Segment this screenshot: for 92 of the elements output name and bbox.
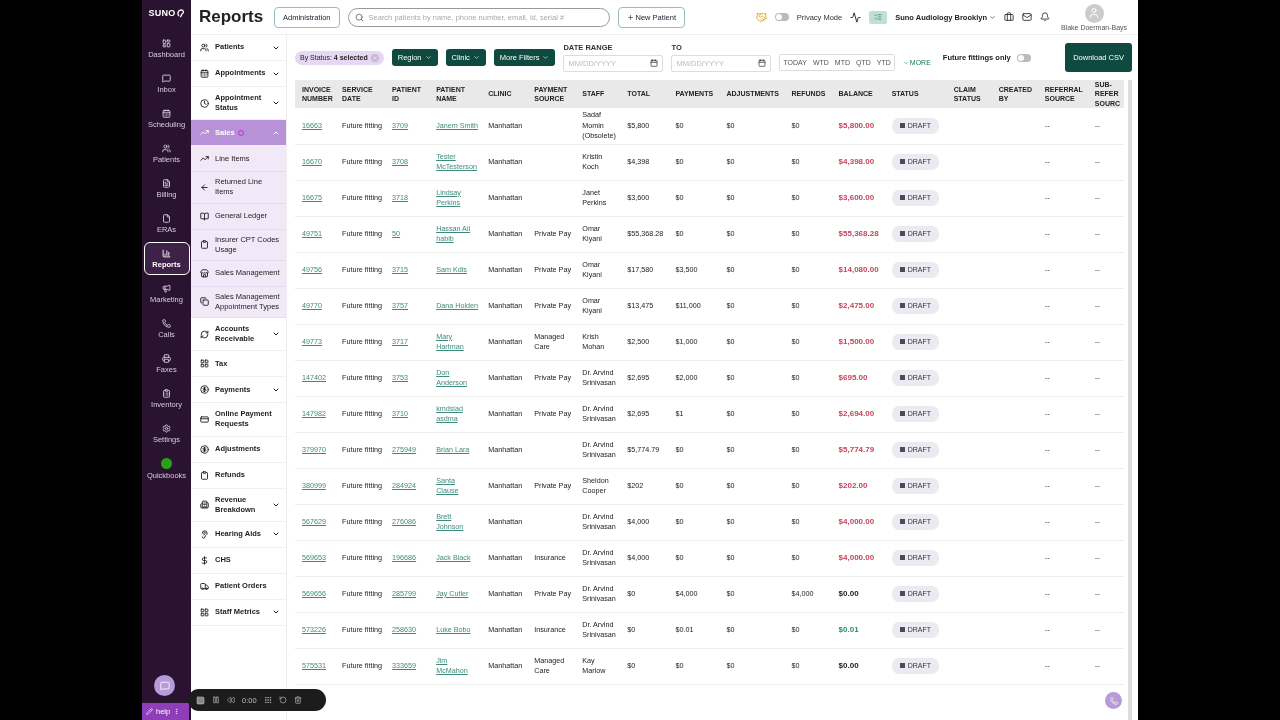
page-title: Reports: [199, 7, 265, 27]
nav-item-icon: [200, 69, 209, 78]
balance-amount: $1,500.00: [838, 337, 875, 347]
future-fittings-toggle[interactable]: [1016, 53, 1031, 62]
nav-item-icon: [200, 240, 209, 250]
square-icon: [899, 195, 905, 201]
nav-item-icon: [200, 43, 209, 52]
nav-item-icon: [200, 385, 209, 395]
activity-icon[interactable]: [850, 11, 862, 23]
nav-item-icon: [200, 470, 209, 480]
nav-item-icon: [200, 581, 209, 591]
pause-icon[interactable]: [212, 696, 220, 704]
nav-item-icon: [200, 329, 209, 339]
nav-item-icon: [200, 607, 209, 617]
caret-icon: [989, 13, 996, 21]
nav-item-icon: [200, 359, 209, 369]
square-icon: [899, 447, 905, 453]
rail-icon: [162, 213, 171, 223]
caret-icon: [424, 54, 432, 61]
square-icon: [899, 159, 905, 165]
nav-item-icon: [200, 182, 209, 192]
privacy-toggle[interactable]: [774, 13, 789, 21]
logo-text: SUNO: [148, 8, 176, 18]
square-icon: [899, 267, 905, 273]
square-icon: [899, 123, 905, 129]
briefcase-icon[interactable]: [1004, 12, 1014, 22]
rewind-icon[interactable]: [227, 696, 235, 704]
square-icon: [899, 591, 905, 597]
nav-item-icon: [200, 154, 209, 164]
balance-amount: $4,000.00: [838, 517, 875, 527]
rail-icon: [162, 178, 171, 188]
rail-icon: [162, 38, 171, 48]
square-icon: [899, 231, 905, 237]
restart-icon[interactable]: [278, 696, 287, 704]
square-icon: [899, 339, 905, 345]
nav-item-icon: [200, 211, 209, 221]
nav-item-icon: [200, 444, 209, 454]
rail-icon: [162, 143, 171, 153]
ear-logo-icon: [176, 8, 185, 18]
balance-amount: $5,800.00: [838, 120, 875, 130]
balance-amount: $2,694.00: [838, 409, 875, 419]
square-icon: [899, 519, 905, 525]
rail-icon: [162, 353, 171, 363]
rail-icon: [162, 108, 171, 118]
square-icon: [899, 663, 905, 669]
balance-amount: $202.00: [838, 481, 868, 491]
nav-item-icon: [200, 297, 209, 307]
balance-amount: $3,600.00: [838, 193, 875, 203]
nav-item-icon: [200, 414, 209, 424]
square-icon: [899, 627, 905, 633]
balance-amount: $695.00: [838, 373, 868, 383]
nav-item-icon: [200, 128, 209, 138]
caret-icon: [472, 54, 480, 61]
search-icon: [354, 12, 364, 22]
caret-icon: [542, 54, 550, 61]
grip-icon[interactable]: [263, 696, 272, 704]
bell-icon[interactable]: [1040, 12, 1050, 22]
trash-icon[interactable]: [293, 696, 302, 704]
square-icon: [899, 303, 905, 309]
square-icon: [899, 483, 905, 489]
rail-icon: [162, 283, 171, 293]
nav-item-icon: [200, 529, 209, 539]
nav-item-icon: [200, 268, 209, 278]
balance-amount: $2,475.00: [838, 301, 875, 311]
balance-amount: $14,080.00: [838, 265, 879, 275]
mail-icon[interactable]: [1022, 12, 1032, 22]
balance-amount: $0.00: [838, 589, 859, 599]
rail-icon: [162, 318, 171, 328]
rail-icon: [162, 73, 171, 83]
stop-icon[interactable]: [196, 695, 205, 705]
square-icon: [899, 375, 905, 381]
caret-icon: [902, 59, 909, 66]
checklist-icon[interactable]: [869, 10, 888, 24]
quickbooks-icon: [161, 457, 172, 469]
balance-amount: $4,398.00: [838, 157, 875, 167]
pencil-icon: [146, 708, 153, 715]
balance-amount: $55,368.28: [838, 229, 879, 239]
balance-amount: $0.01: [838, 625, 859, 635]
rail-icon: [162, 423, 171, 433]
rail-icon: [162, 388, 171, 398]
square-icon: [899, 411, 905, 417]
balance-amount: $4,000.00: [838, 553, 875, 563]
rail-icon: [162, 248, 171, 258]
balance-amount: $0.00: [838, 661, 859, 671]
nav-item-icon: [200, 555, 209, 565]
nav-item-icon: [200, 500, 209, 510]
nav-item-icon: [200, 98, 209, 108]
calendar-icon[interactable]: [650, 59, 659, 67]
square-icon: [899, 555, 905, 561]
calendar-icon[interactable]: [758, 59, 767, 67]
plus-icon: [626, 13, 634, 21]
balance-amount: $5,774.79: [838, 445, 875, 455]
